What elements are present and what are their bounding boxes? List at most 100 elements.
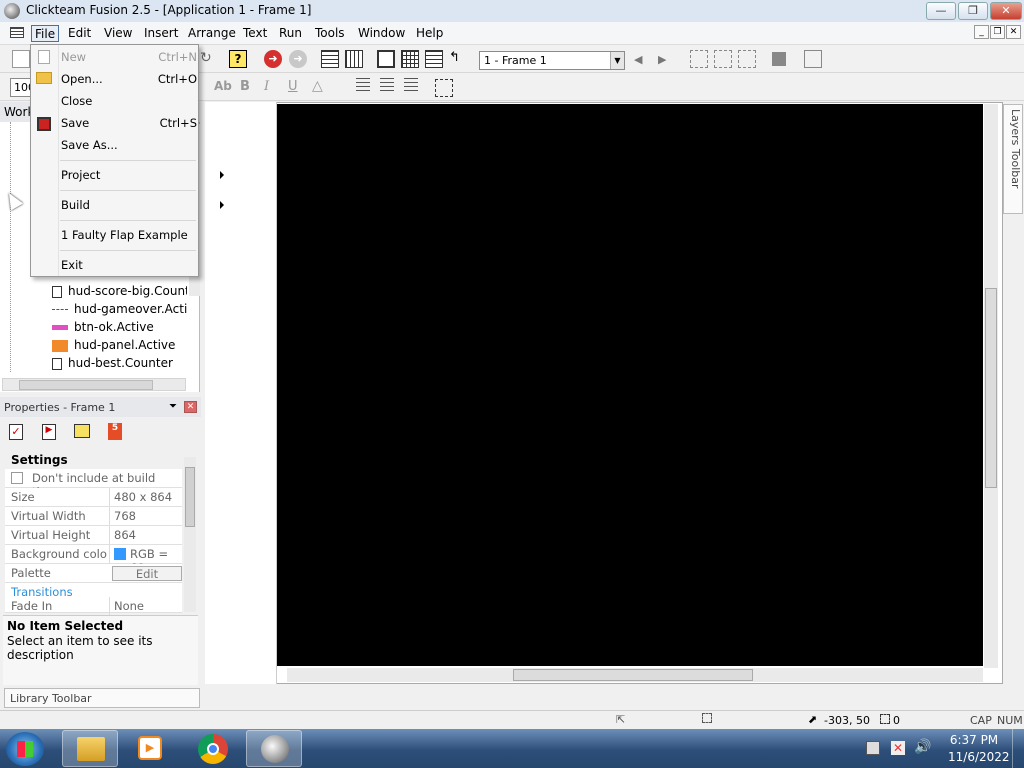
- menu-edit[interactable]: Edit: [65, 25, 94, 42]
- font-icon[interactable]: Ab: [214, 79, 232, 93]
- property-row[interactable]: Background color RGB = 60,: [5, 545, 182, 575]
- tree-item[interactable]: hud-gameover.Active: [52, 302, 187, 320]
- layers-toolbar-tab[interactable]: Layers Toolbar: [1003, 104, 1023, 214]
- fusion-taskbar-button[interactable]: [246, 730, 302, 767]
- tree-item[interactable]: hud-score-big.Counter: [52, 284, 187, 302]
- previous-frame-icon[interactable]: ◀: [634, 53, 642, 66]
- menu-file[interactable]: File: [31, 25, 60, 42]
- data-elements-icon[interactable]: [425, 50, 443, 68]
- menu-item-save[interactable]: Save Ctrl+S: [61, 113, 197, 133]
- settings-tab-icon[interactable]: ✓: [9, 424, 23, 440]
- runtime-tab-icon[interactable]: ▶: [42, 424, 56, 440]
- media-player-taskbar-button[interactable]: ▶: [122, 730, 178, 767]
- storyboard-icon[interactable]: [321, 50, 339, 68]
- menu-item-build[interactable]: Build: [61, 195, 224, 215]
- help-icon[interactable]: ?: [229, 50, 247, 68]
- menu-view[interactable]: View: [101, 25, 135, 42]
- align-text-center-icon[interactable]: [380, 78, 394, 92]
- zoom-input[interactable]: 100: [10, 78, 35, 97]
- property-row[interactable]: Palette Edit: [5, 564, 182, 583]
- close-panel-icon[interactable]: ✕: [184, 401, 197, 413]
- close-button[interactable]: ✕: [990, 2, 1022, 20]
- tree-item[interactable]: btn-ok.Active: [52, 320, 187, 338]
- object-properties-icon[interactable]: ↰: [449, 50, 467, 68]
- menu-text[interactable]: Text: [240, 25, 270, 42]
- scroll-thumb[interactable]: [19, 380, 153, 390]
- minimize-button[interactable]: —: [926, 2, 956, 20]
- menu-window[interactable]: Window: [355, 25, 408, 42]
- tree-item[interactable]: hud-best.Counter: [52, 356, 187, 374]
- properties-scrollbar[interactable]: [184, 457, 196, 612]
- stop-icon[interactable]: [772, 52, 786, 66]
- align-right-icon[interactable]: [738, 50, 756, 68]
- menu-bar: File Edit View Insert Arrange Text Run T…: [0, 22, 1024, 45]
- mdi-minimize-button[interactable]: _: [974, 25, 989, 39]
- canvas-vertical-scrollbar[interactable]: [984, 104, 998, 668]
- dont-include-checkbox[interactable]: [11, 472, 23, 484]
- frame-select-value: 1 - Frame 1: [484, 54, 547, 67]
- action-center-icon[interactable]: ✕: [891, 741, 905, 755]
- resize-icon[interactable]: [435, 79, 453, 97]
- menu-arrange[interactable]: Arrange: [185, 25, 239, 42]
- align-text-right-icon[interactable]: [404, 78, 418, 92]
- window-title: Clickteam Fusion 2.5 - [Application 1 - …: [26, 3, 312, 17]
- chrome-taskbar-button[interactable]: [184, 730, 240, 767]
- menu-run[interactable]: Run: [276, 25, 305, 42]
- event-editor-icon[interactable]: [345, 50, 363, 68]
- clock[interactable]: 6:37 PM 11/6/2022: [948, 733, 1010, 764]
- menu-item-open[interactable]: Open... Ctrl+O: [61, 69, 197, 89]
- html5-tab-icon[interactable]: 5: [108, 423, 122, 440]
- menu-item-save-as[interactable]: Save As...: [61, 135, 197, 155]
- underline-icon[interactable]: U: [288, 79, 298, 94]
- menu-tools[interactable]: Tools: [312, 25, 348, 42]
- menu-help[interactable]: Help: [413, 25, 446, 42]
- tree-line: [10, 122, 11, 372]
- description-title: No Item Selected: [7, 619, 124, 633]
- maximize-button[interactable]: ❐: [958, 2, 988, 20]
- scroll-thumb[interactable]: [513, 669, 753, 681]
- grid-icon[interactable]: [804, 50, 822, 68]
- document-menu-icon[interactable]: [10, 27, 24, 38]
- menu-insert[interactable]: Insert: [141, 25, 181, 42]
- show-desktop-button[interactable]: [1012, 729, 1024, 768]
- menu-item-project[interactable]: Project: [61, 165, 224, 185]
- frame-select[interactable]: 1 - Frame 1 ▼: [479, 51, 625, 70]
- library-toolbar-tab[interactable]: Library Toolbar: [4, 688, 200, 708]
- event-list-icon[interactable]: [401, 50, 419, 68]
- horizontal-scrollbar[interactable]: [2, 378, 186, 391]
- canvas-horizontal-scrollbar[interactable]: [287, 668, 983, 682]
- frame-editor-icon[interactable]: [377, 50, 395, 68]
- about-tab-icon[interactable]: [74, 424, 90, 438]
- frame-canvas[interactable]: [277, 104, 983, 666]
- volume-icon[interactable]: 🔊: [914, 739, 931, 755]
- redo-icon[interactable]: ↻: [200, 50, 218, 68]
- explorer-taskbar-button[interactable]: [62, 730, 118, 767]
- property-row[interactable]: Size 480 x 864: [5, 488, 182, 507]
- network-icon[interactable]: [866, 741, 880, 755]
- menu-item-new[interactable]: New Ctrl+N: [61, 47, 197, 67]
- property-row[interactable]: Fade In None: [5, 597, 182, 615]
- italic-icon[interactable]: I: [264, 79, 269, 94]
- new-icon[interactable]: [12, 50, 30, 68]
- menu-item-close[interactable]: Close: [61, 91, 197, 111]
- property-row[interactable]: Virtual Width 768: [5, 507, 182, 526]
- start-button[interactable]: [6, 732, 44, 766]
- property-row[interactable]: Virtual Height 864: [5, 526, 182, 545]
- palette-edit-button[interactable]: Edit: [112, 566, 182, 581]
- next-frame-icon[interactable]: ▶: [658, 53, 666, 66]
- scroll-thumb[interactable]: [985, 288, 997, 488]
- align-left-icon[interactable]: [690, 50, 708, 68]
- align-center-icon[interactable]: [714, 50, 732, 68]
- mdi-restore-button[interactable]: ❐: [990, 25, 1005, 39]
- back-icon[interactable]: ➜: [264, 50, 282, 68]
- mdi-close-button[interactable]: ✕: [1006, 25, 1021, 39]
- pin-icon[interactable]: ⏷: [169, 401, 177, 412]
- menu-item-recent-1[interactable]: 1 Faulty Flap Example: [61, 225, 197, 245]
- bold-icon[interactable]: B: [240, 79, 250, 94]
- dont-include-row[interactable]: Don't include at build time: [5, 469, 182, 499]
- forward-icon[interactable]: ➜: [289, 50, 307, 68]
- align-text-left-icon[interactable]: [356, 78, 370, 92]
- menu-item-exit[interactable]: Exit: [61, 255, 197, 275]
- fill-color-icon[interactable]: △: [312, 78, 323, 94]
- tree-item[interactable]: hud-panel.Active: [52, 338, 187, 356]
